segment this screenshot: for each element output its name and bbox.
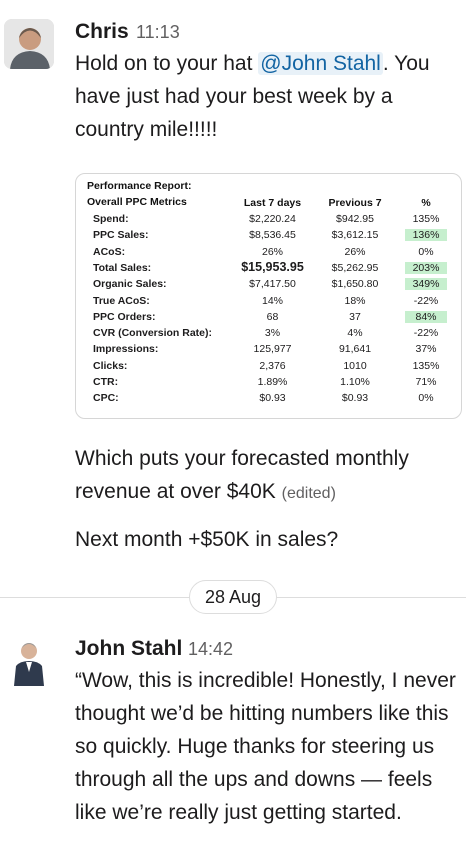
row-percent-change: 135% xyxy=(412,213,440,225)
row-percent-change: 0% xyxy=(418,245,434,258)
report-row: CPC: $0.93 $0.93 0% xyxy=(75,392,462,408)
row-last-7-days: 125,977 xyxy=(253,343,292,356)
row-previous-7: 37 xyxy=(349,310,361,323)
row-previous-7: 18% xyxy=(344,294,366,307)
row-label: True ACoS: xyxy=(93,294,150,307)
person-photo-icon xyxy=(4,19,54,69)
row-last-7-days: $2,220.24 xyxy=(249,213,296,225)
date-divider-pill[interactable]: 28 Aug xyxy=(189,580,277,614)
col-header-prev: Previous 7 xyxy=(328,197,382,209)
row-label: PPC Sales: xyxy=(93,229,149,242)
row-last-7-days: 3% xyxy=(264,327,281,340)
row-last-7-days: 14% xyxy=(261,294,283,307)
row-previous-7: $3,612.15 xyxy=(331,229,379,242)
report-rows: Spend: $2,220.24 $942.95 135% PPC Sales: $8,5… xyxy=(75,213,462,413)
followup-text: Which puts your forecasted monthly reven… xyxy=(75,447,409,503)
row-previous-7: $942.95 xyxy=(336,213,374,225)
col-header-last: Last 7 days xyxy=(243,197,302,209)
row-percent-change: 37% xyxy=(415,343,437,356)
followup-message: Next month +$50K in sales? xyxy=(75,528,339,551)
col-header-pct: % xyxy=(421,197,431,209)
author-name[interactable]: John Stahl xyxy=(75,637,182,661)
avatar-john-stahl[interactable] xyxy=(4,636,54,686)
message-timestamp[interactable]: 14:42 xyxy=(188,639,233,660)
report-row: Spend: $2,220.24 $942.95 135% xyxy=(75,213,462,229)
report-row: Total Sales: $15,953.95 $5,262.95 203% xyxy=(75,259,462,278)
row-label: Clicks: xyxy=(93,359,128,372)
report-row: CVR (Conversion Rate): 3% 4% -22% xyxy=(75,327,462,343)
followup-message: Which puts your forecasted monthly reven… xyxy=(75,442,460,510)
row-percent-change: 84% xyxy=(405,310,447,323)
row-previous-7: 91,641 xyxy=(338,343,372,356)
report-subtitle: Overall PPC Metrics xyxy=(87,196,187,208)
report-row: PPC Sales: $8,536.45 $3,612.15 136% xyxy=(75,229,462,245)
edited-label: (edited) xyxy=(281,485,336,502)
row-previous-7: 1010 xyxy=(343,359,367,372)
report-row: PPC Orders: 68 37 84% xyxy=(75,310,462,327)
row-previous-7: 1.10% xyxy=(340,376,370,388)
person-photo-icon xyxy=(4,636,54,686)
report-row: True ACoS: 14% 18% -22% xyxy=(75,295,462,311)
message-text: “Wow, this is incredible! Honestly, I ne… xyxy=(75,669,456,824)
report-row: Clicks: 2,376 1010 135% xyxy=(75,360,462,376)
row-label: CTR: xyxy=(93,376,119,388)
row-label: Impressions: xyxy=(93,343,159,356)
row-last-7-days: $7,417.50 xyxy=(249,278,296,291)
row-percent-change: 135% xyxy=(412,359,440,372)
row-percent-change: 136% xyxy=(405,229,447,242)
message-timestamp[interactable]: 11:13 xyxy=(136,22,180,43)
row-previous-7: $5,262.95 xyxy=(331,261,379,274)
row-label: PPC Orders: xyxy=(93,310,156,323)
report-row: CTR: 1.89% 1.10% 71% xyxy=(75,376,462,392)
row-percent-change: 203% xyxy=(405,261,447,274)
row-label: CPC: xyxy=(93,392,119,405)
row-last-7-days: 1.89% xyxy=(257,376,288,388)
row-last-7-days: $0.93 xyxy=(259,392,286,405)
row-last-7-days: 2,376 xyxy=(259,359,286,372)
row-percent-change: 0% xyxy=(418,392,434,405)
user-mention[interactable]: @John Stahl xyxy=(258,52,383,75)
row-percent-change: -22% xyxy=(413,327,439,340)
row-label: CVR (Conversion Rate): xyxy=(93,327,213,340)
report-row: Impressions: 125,977 91,641 37% xyxy=(75,343,462,359)
row-percent-change: 349% xyxy=(405,278,447,291)
report-row: Organic Sales: $7,417.50 $1,650.80 349% xyxy=(75,278,462,294)
row-previous-7: $0.93 xyxy=(341,392,369,405)
row-percent-change: 71% xyxy=(415,376,437,388)
row-previous-7: $1,650.80 xyxy=(331,278,379,291)
row-percent-change: -22% xyxy=(413,294,439,307)
author-name[interactable]: Chris xyxy=(75,20,129,44)
message-text-before: Hold on to your hat xyxy=(75,52,259,75)
row-previous-7: 26% xyxy=(344,245,366,258)
row-last-7-days: $8,536.45 xyxy=(249,229,296,242)
row-label: ACoS: xyxy=(93,245,126,258)
row-label: Total Sales: xyxy=(93,261,152,274)
row-last-7-days: $15,953.95 xyxy=(241,259,304,274)
row-last-7-days: 26% xyxy=(261,245,283,258)
row-last-7-days: 68 xyxy=(266,310,279,323)
report-title: Performance Report: xyxy=(87,180,192,192)
row-label: Spend: xyxy=(93,213,129,225)
row-previous-7: 4% xyxy=(347,327,363,340)
avatar-chris[interactable] xyxy=(4,19,54,69)
row-label: Organic Sales: xyxy=(93,278,167,291)
message-text: Hold on to your hat @John Stahl. You hav… xyxy=(75,47,460,146)
